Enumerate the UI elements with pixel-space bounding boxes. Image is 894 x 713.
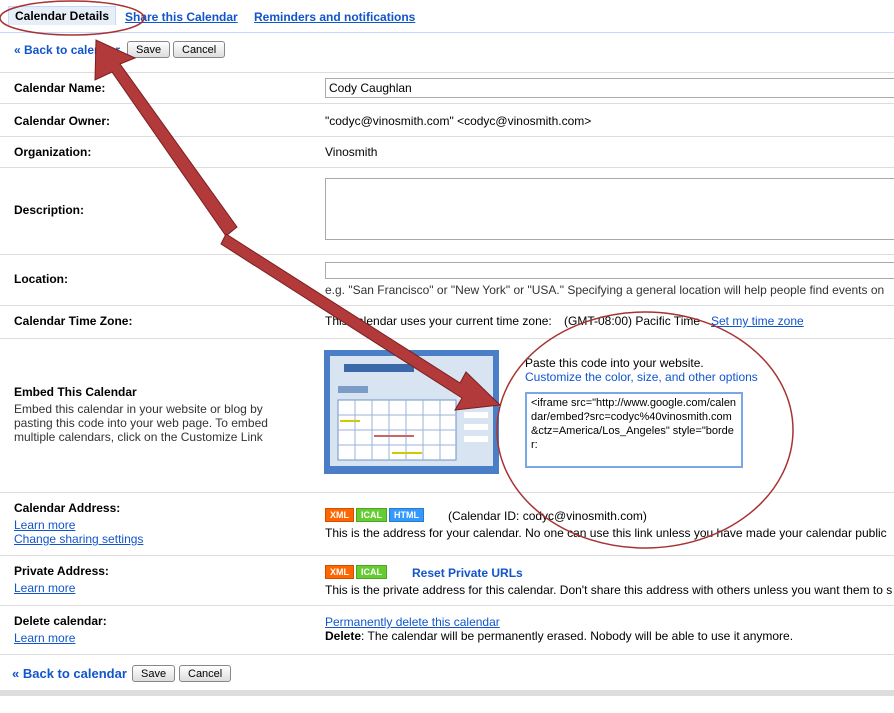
private-badges: XML ICAL	[325, 564, 389, 579]
row-calendar-owner: Calendar Owner: "codyc@vinosmith.com" <c…	[0, 103, 894, 136]
tab-bar: Calendar Details Share this Calendar Rem…	[0, 0, 894, 33]
cancel-button[interactable]: Cancel	[173, 41, 226, 58]
delete-calendar-label: Delete calendar:	[14, 614, 107, 628]
row-private-address: Private Address: Learn more XML ICAL Rese…	[0, 555, 894, 605]
row-embed: Embed This Calendar Embed this calendar …	[0, 338, 894, 492]
address-badges: XML ICAL HTML	[325, 507, 426, 522]
calendar-name-value: Cody Caughlan	[329, 81, 412, 95]
change-sharing-link[interactable]: Change sharing settings	[14, 532, 143, 546]
location-hint: e.g. "San Francisco" or "New York" or "U…	[325, 283, 885, 297]
delete-learn-more-link[interactable]: Learn more	[14, 631, 75, 645]
set-time-zone-link[interactable]: Set my time zone	[711, 314, 804, 328]
organization-value: Vinosmith	[325, 145, 378, 159]
delete-description: Delete: The calendar will be permanently…	[325, 629, 793, 643]
address-description: This is the address for your calendar. N…	[325, 526, 887, 540]
row-calendar-address: Calendar Address: Learn more Change shar…	[0, 492, 894, 555]
location-label: Location:	[14, 272, 68, 286]
calendar-address-label: Calendar Address:	[14, 501, 121, 515]
embed-label: Embed This Calendar	[14, 385, 137, 399]
private-address-description: This is the private address for this cal…	[325, 583, 893, 597]
location-input[interactable]	[325, 262, 894, 279]
row-calendar-name: Calendar Name: Cody Caughlan	[0, 72, 894, 103]
save-button[interactable]: Save	[127, 41, 171, 58]
reset-private-urls-link[interactable]: Reset Private URLs	[412, 566, 523, 580]
description-label: Description:	[14, 203, 85, 217]
bottom-save-button[interactable]: Save	[132, 665, 176, 682]
xml-badge[interactable]: XML	[325, 508, 354, 522]
calendar-owner-label: Calendar Owner:	[14, 114, 111, 128]
permanently-delete-link[interactable]: Permanently delete this calendar	[325, 615, 500, 629]
customize-embed-link[interactable]: Customize the color, size, and other opt…	[525, 370, 758, 384]
calendar-name-input[interactable]: Cody Caughlan	[325, 78, 894, 98]
row-organization: Organization: Vinosmith	[0, 136, 894, 167]
private-learn-more-link[interactable]: Learn more	[14, 581, 75, 595]
private-xml-badge[interactable]: XML	[325, 565, 354, 579]
embed-code-textarea[interactable]: <iframe src="http://www.google.com/calen…	[525, 392, 743, 468]
embed-code-text: <iframe src="http://www.google.com/calen…	[531, 397, 737, 451]
row-delete-calendar: Delete calendar: Learn more Permanently …	[0, 605, 894, 654]
time-zone-text: This calendar uses your current time zon…	[325, 314, 552, 328]
embed-description: Embed this calendar in your website or b…	[14, 402, 268, 444]
tab-reminders[interactable]: Reminders and notifications	[254, 10, 415, 24]
bottom-toolbar: « Back to calendar Save Cancel	[0, 654, 894, 689]
row-time-zone: Calendar Time Zone: This calendar uses y…	[0, 305, 894, 338]
private-address-label: Private Address:	[14, 564, 109, 578]
ical-badge[interactable]: ICAL	[356, 508, 387, 522]
html-badge[interactable]: HTML	[389, 508, 424, 522]
delete-description-text: : The calendar will be permanently erase…	[361, 629, 794, 643]
calendar-id-text: (Calendar ID: codyc@vinosmith.com)	[448, 509, 647, 523]
time-zone-value: (GMT-08:00) Pacific Time	[564, 314, 701, 328]
calendar-preview-image	[324, 350, 499, 474]
address-learn-more-link[interactable]: Learn more	[14, 518, 75, 532]
top-toolbar: « Back to calendar Save Cancel	[0, 38, 894, 64]
calendar-name-label: Calendar Name:	[14, 81, 106, 95]
footer-divider	[0, 690, 894, 696]
organization-label: Organization:	[14, 145, 92, 159]
embed-paste-text: Paste this code into your website.	[525, 356, 704, 370]
bottom-back-to-calendar-link[interactable]: « Back to calendar	[12, 666, 127, 681]
time-zone-label: Calendar Time Zone:	[14, 314, 133, 328]
description-textarea[interactable]	[325, 178, 894, 240]
bottom-cancel-button[interactable]: Cancel	[179, 665, 232, 682]
tab-calendar-details[interactable]: Calendar Details	[8, 6, 117, 25]
row-description: Description:	[0, 167, 894, 254]
row-location: Location: e.g. "San Francisco" or "New Y…	[0, 254, 894, 305]
private-ical-badge[interactable]: ICAL	[356, 565, 387, 579]
tab-share-calendar[interactable]: Share this Calendar	[125, 10, 238, 24]
back-to-calendar-link[interactable]: « Back to calendar	[14, 43, 120, 57]
calendar-owner-value: "codyc@vinosmith.com" <codyc@vinosmith.c…	[325, 114, 592, 128]
delete-bold-label: Delete	[325, 629, 362, 643]
